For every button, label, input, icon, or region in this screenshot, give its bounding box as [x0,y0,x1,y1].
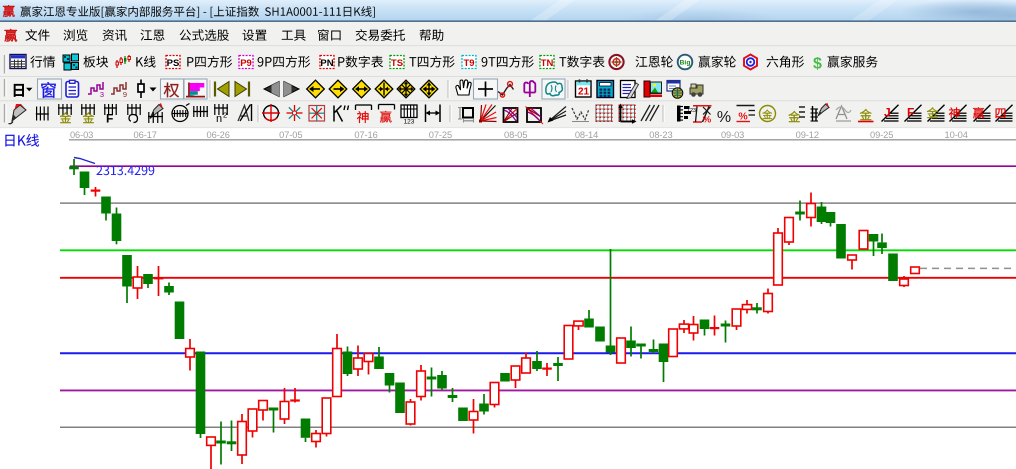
svg-text:08-05: 08-05 [504,130,527,140]
svg-text:Big: Big [680,60,691,67]
svg-text:PN: PN [320,58,333,69]
svg-text:%: % [738,111,748,123]
svg-text:09-03: 09-03 [721,130,744,140]
svg-text:TN: TN [541,58,554,69]
svg-text:08-14: 08-14 [575,130,598,140]
svg-text:06-03: 06-03 [70,130,93,140]
svg-text:F: F [106,112,113,126]
svg-text:2: 2 [223,111,227,120]
svg-text:09-12: 09-12 [796,130,819,140]
svg-text:9: 9 [123,90,127,99]
svg-text:123: 123 [687,108,696,114]
svg-text:T9: T9 [463,58,474,69]
svg-text:PS: PS [167,58,180,69]
svg-text:P9: P9 [240,58,252,69]
svg-text:07-25: 07-25 [429,130,452,140]
svg-text:08-23: 08-23 [649,130,672,140]
svg-text:F: F [907,106,914,120]
svg-text:n: n [216,113,222,125]
svg-text:%: % [717,109,731,126]
svg-text:3: 3 [100,90,104,99]
svg-text:21: 21 [578,87,590,98]
svg-text:07-16: 07-16 [354,130,377,140]
svg-text:%: % [703,115,712,126]
svg-text:10-04: 10-04 [945,130,968,140]
svg-text:09-25: 09-25 [870,130,893,140]
svg-text:$: $ [813,56,822,73]
svg-text:123: 123 [404,119,415,126]
svg-text:07-05: 07-05 [279,130,302,140]
svg-text:06-26: 06-26 [207,130,230,140]
svg-text:J: J [884,106,891,120]
svg-text:06-17: 06-17 [134,130,157,140]
svg-text:TS: TS [391,58,403,69]
